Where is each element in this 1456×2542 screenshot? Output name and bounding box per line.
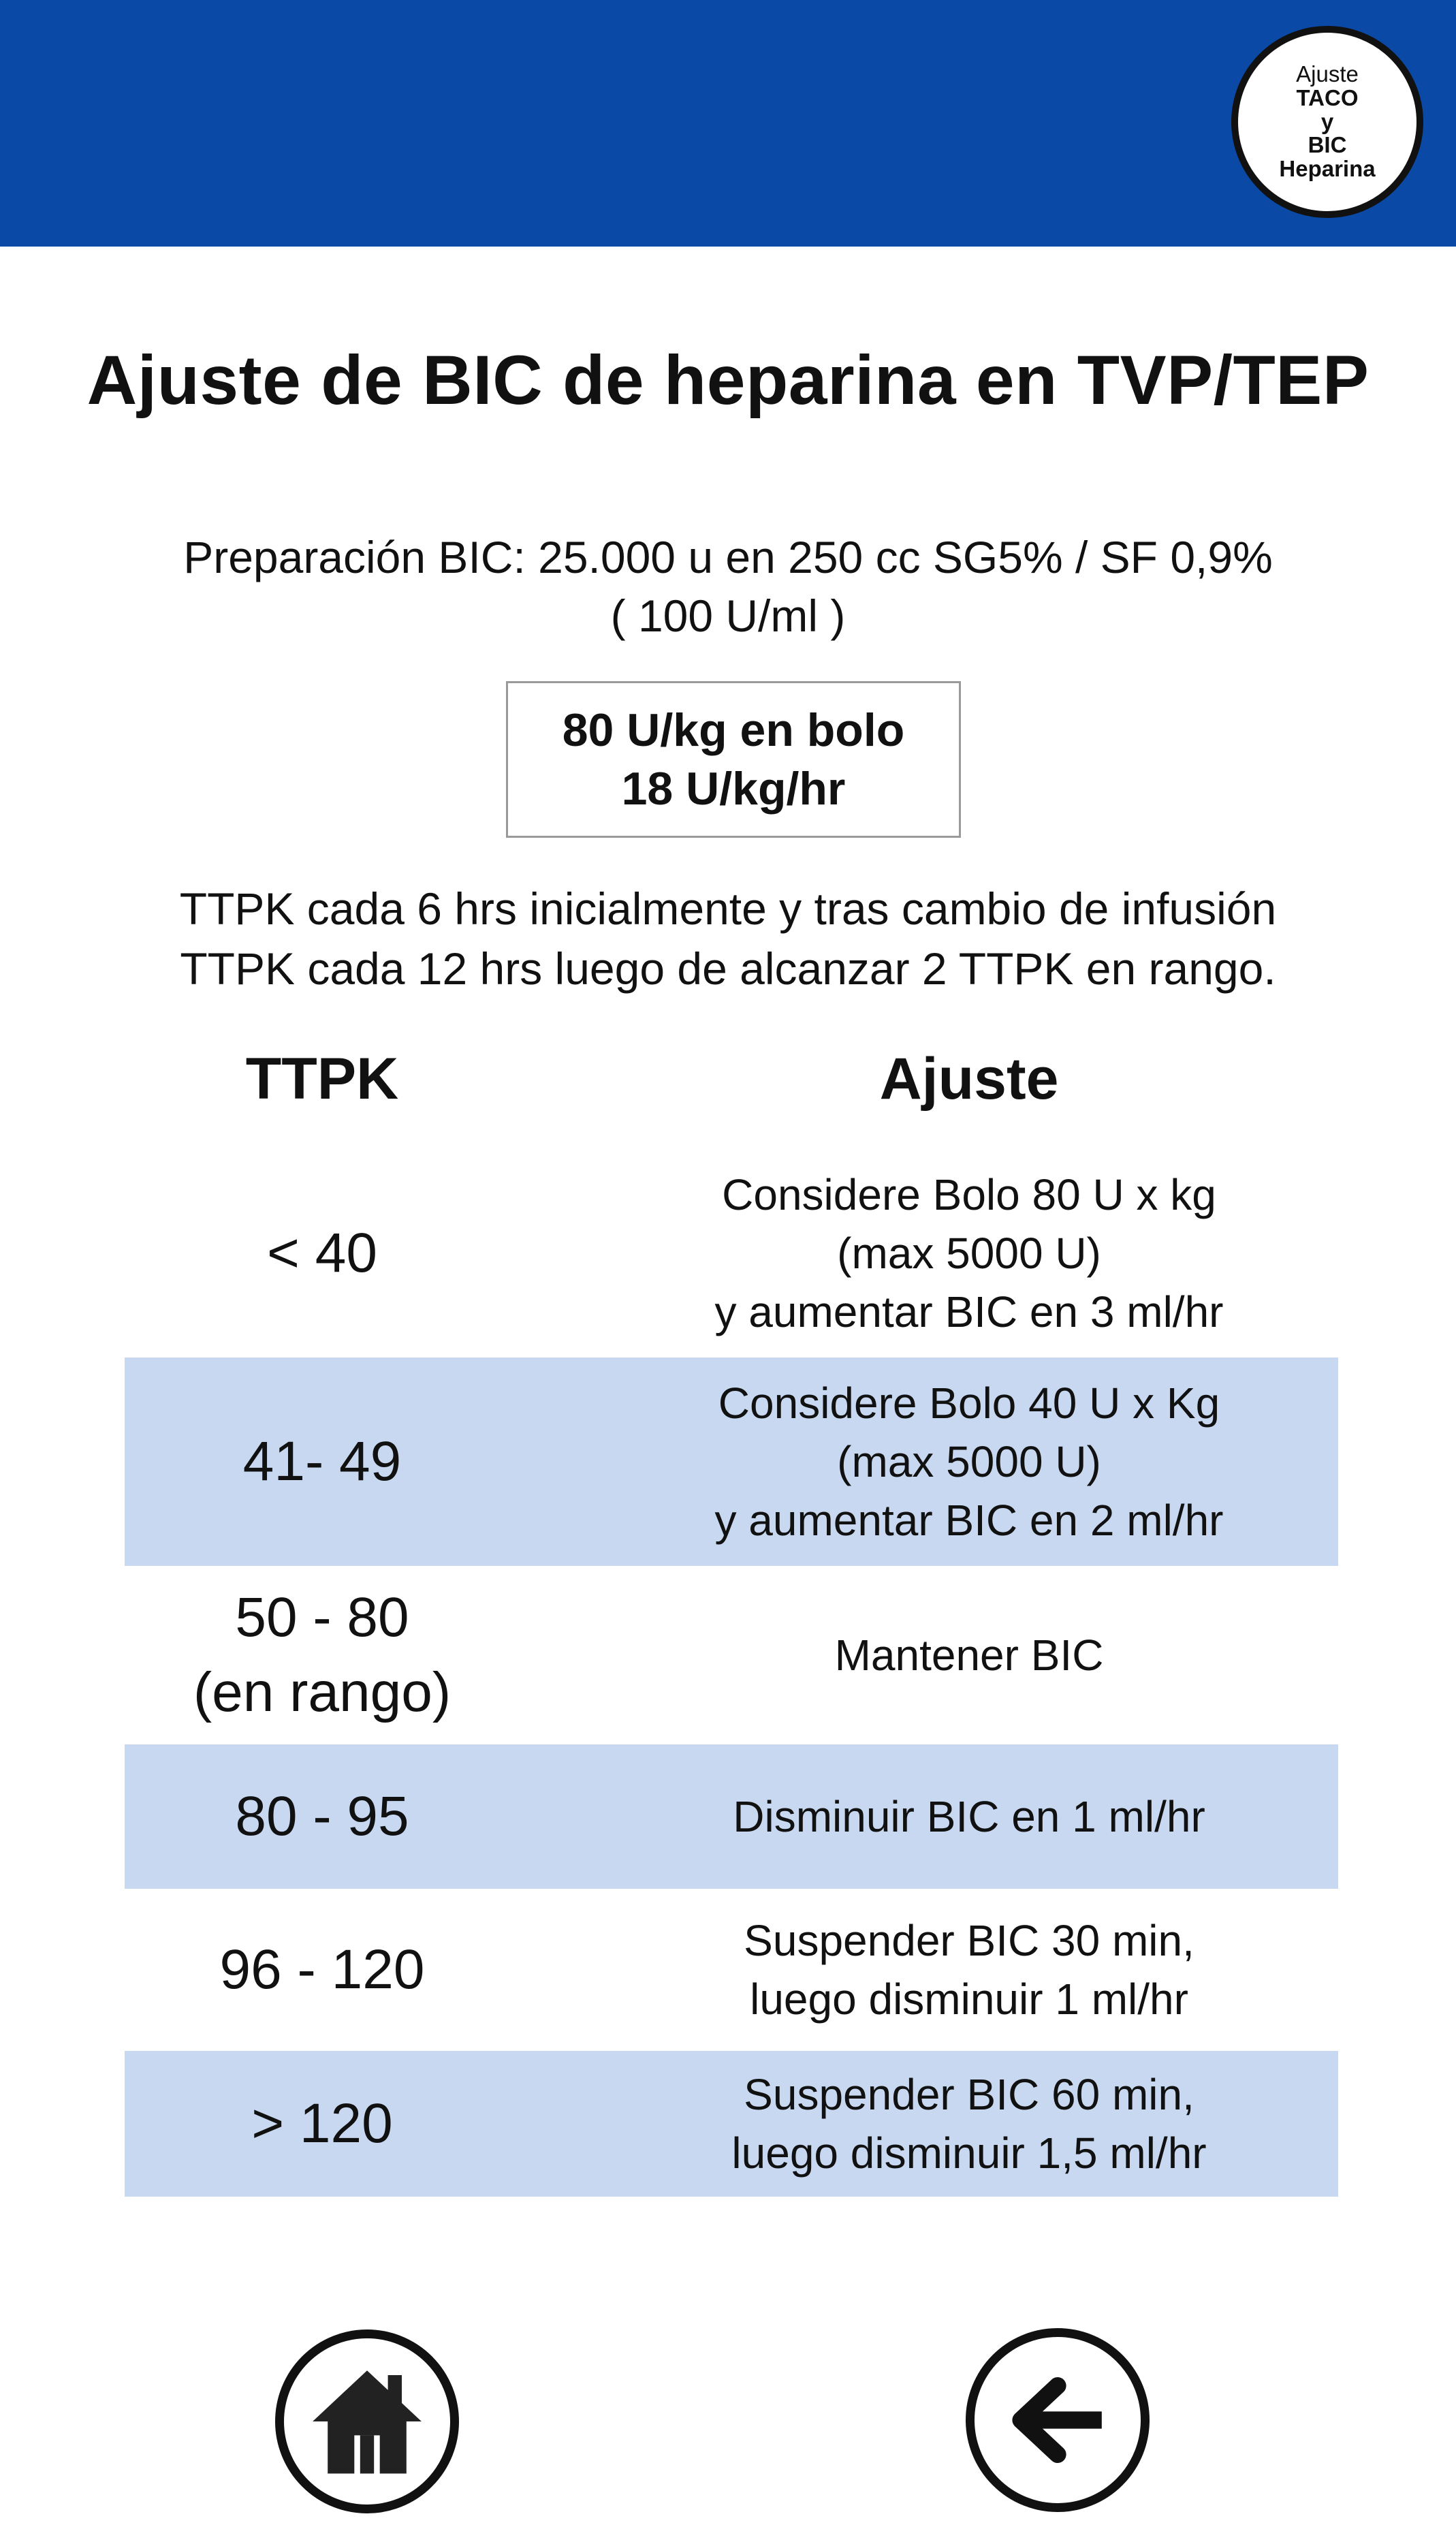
adjustment-line: (max 5000 U) <box>837 1437 1101 1486</box>
badge-line-4: BIC <box>1308 132 1347 158</box>
adjustment-line: y aumentar BIC en 3 ml/hr <box>714 1287 1224 1336</box>
home-icon <box>313 2370 422 2474</box>
column-header-ajuste: Ajuste <box>879 1046 1059 1112</box>
ttpk-range-line: > 120 <box>251 2092 393 2154</box>
adjustment-line: luego disminuir 1 ml/hr <box>750 1975 1188 2024</box>
table-row: 50 - 80 (en rango) Mantener BIC <box>125 1566 1338 1744</box>
adjustment-line: (max 5000 U) <box>837 1229 1101 1278</box>
adjustment-text: Mantener BIC <box>629 1626 1310 1684</box>
ttpk-range-line: < 40 <box>267 1222 377 1284</box>
home-button[interactable] <box>275 2329 459 2513</box>
dose-box: 80 U/kg en bolo 18 U/kg/hr <box>506 681 961 838</box>
ttpk-range: 41- 49 <box>125 1424 520 1499</box>
ttpk-range-line: 50 - 80 <box>235 1586 409 1648</box>
preparation-line-1: Preparación BIC: 25.000 u en 250 cc SG5%… <box>183 532 1273 582</box>
badge-line-5: Heparina <box>1279 155 1376 181</box>
ttpk-range-line: 41- 49 <box>242 1430 402 1492</box>
adjustment-line: luego disminuir 1,5 ml/hr <box>731 2129 1207 2178</box>
adjustment-line: Disminuir BIC en 1 ml/hr <box>733 1792 1205 1841</box>
ttpk-range-line: 80 - 95 <box>235 1785 409 1847</box>
column-header-ttpk: TTPK <box>245 1046 399 1112</box>
adjustment-line: Considere Bolo 80 U x kg <box>722 1170 1216 1219</box>
ttpk-range: < 40 <box>125 1216 520 1291</box>
ttpk-range: 50 - 80 (en rango) <box>125 1580 520 1730</box>
preparation-text: Preparación BIC: 25.000 u en 250 cc SG5%… <box>0 528 1456 645</box>
adjustment-line: Considere Bolo 40 U x Kg <box>718 1379 1220 1428</box>
infusion-dose: 18 U/kg/hr <box>621 763 846 815</box>
page-title: Ajuste de BIC de heparina en TVP/TEP <box>86 341 1370 419</box>
ttpk-note-1: TTPK cada 6 hrs inicialmente y tras camb… <box>179 883 1277 934</box>
ttpk-range: 80 - 95 <box>125 1779 520 1854</box>
ttpk-notes: TTPK cada 6 hrs inicialmente y tras camb… <box>0 879 1456 999</box>
badge-line-1: Ajuste <box>1296 61 1359 87</box>
table-row: 41- 49 Considere Bolo 40 U x Kg (max 500… <box>125 1358 1338 1566</box>
ttpk-note-2: TTPK cada 12 hrs luego de alcanzar 2 TTP… <box>180 943 1276 994</box>
ttpk-range: 96 - 120 <box>125 1932 520 2007</box>
badge-line-2: TACO <box>1296 85 1359 111</box>
adjustment-line: y aumentar BIC en 2 ml/hr <box>714 1496 1224 1545</box>
table-row: < 40 Considere Bolo 80 U x kg (max 5000 … <box>125 1151 1338 1355</box>
badge-line-3: y <box>1320 108 1334 134</box>
adjustment-text: Considere Bolo 80 U x kg (max 5000 U) y … <box>629 1165 1310 1341</box>
adjustment-line: Suspender BIC 60 min, <box>744 2070 1194 2119</box>
table-row: 96 - 120 Suspender BIC 30 min, luego dis… <box>125 1889 1338 2051</box>
taco-bic-heparina-badge[interactable]: Ajuste TACO y BIC Heparina <box>1231 26 1423 218</box>
ttpk-range: > 120 <box>125 2086 520 2161</box>
preparation-line-2: ( 100 U/ml ) <box>610 591 846 641</box>
adjustment-text: Considere Bolo 40 U x Kg (max 5000 U) y … <box>629 1374 1310 1550</box>
adjustment-line: Suspender BIC 30 min, <box>744 1916 1194 1965</box>
arrow-left-icon <box>1012 2377 1102 2463</box>
back-button[interactable] <box>966 2328 1150 2512</box>
adjustment-text: Suspender BIC 60 min, luego disminuir 1,… <box>629 2065 1310 2182</box>
table-row: > 120 Suspender BIC 60 min, luego dismin… <box>125 2051 1338 2197</box>
bolus-dose: 80 U/kg en bolo <box>562 704 905 756</box>
adjustment-text: Suspender BIC 30 min, luego disminuir 1 … <box>629 1911 1310 2028</box>
table-row: 80 - 95 Disminuir BIC en 1 ml/hr <box>125 1744 1338 1889</box>
ttpk-range-line: 96 - 120 <box>219 1939 425 2000</box>
ttpk-range-line: (en rango) <box>193 1661 452 1723</box>
adjustment-line: Mantener BIC <box>834 1631 1104 1680</box>
adjustment-text: Disminuir BIC en 1 ml/hr <box>629 1787 1310 1846</box>
